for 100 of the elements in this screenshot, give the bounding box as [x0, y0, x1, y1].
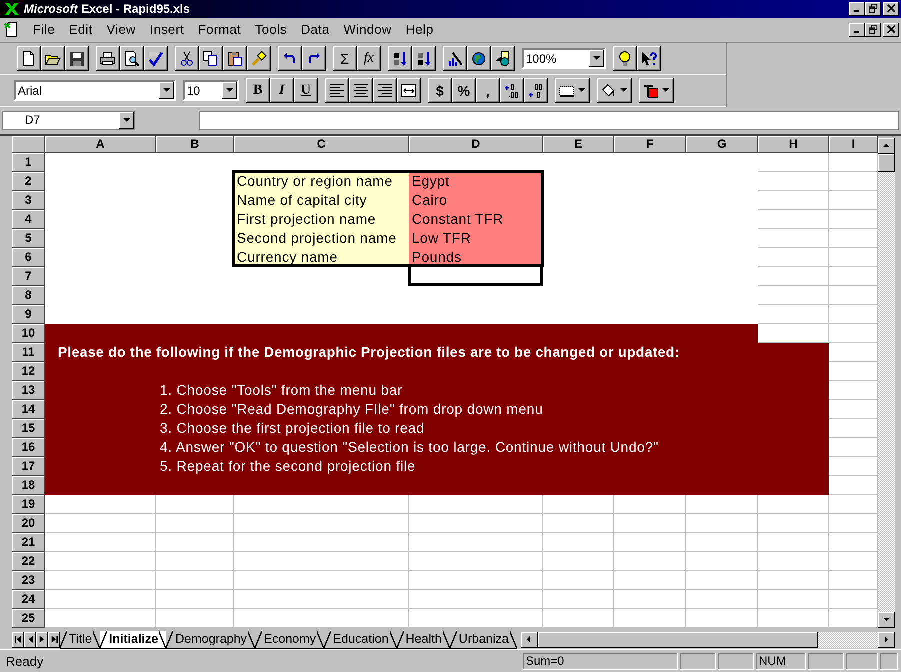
- column-header[interactable]: D: [409, 136, 543, 153]
- row-header[interactable]: 17: [12, 456, 45, 476]
- formula-input[interactable]: [199, 110, 899, 130]
- cut-button[interactable]: [175, 46, 199, 72]
- row-header[interactable]: 22: [12, 552, 45, 571]
- map-button[interactable]: [467, 46, 491, 72]
- tip-button[interactable]: [613, 46, 637, 72]
- decrease-decimal-button[interactable]: [524, 78, 548, 104]
- font-size-dropdown[interactable]: 10: [183, 80, 239, 102]
- row-header[interactable]: 16: [12, 438, 45, 457]
- row-header[interactable]: 5: [12, 228, 45, 248]
- paste-button[interactable]: [223, 46, 247, 72]
- column-header[interactable]: E: [543, 136, 614, 153]
- row-header[interactable]: 12: [12, 362, 45, 381]
- align-left-button[interactable]: [325, 78, 349, 104]
- row-header[interactable]: 2: [12, 172, 45, 191]
- menu-item[interactable]: File: [26, 22, 62, 38]
- scroll-right-button[interactable]: [878, 632, 895, 648]
- column-header[interactable]: F: [614, 136, 686, 153]
- open-button[interactable]: [41, 46, 65, 72]
- function-button[interactable]: fx: [357, 46, 381, 72]
- selected-cell[interactable]: [408, 266, 543, 286]
- column-header[interactable]: C: [234, 136, 409, 153]
- restore-button[interactable]: [865, 2, 881, 16]
- autosum-button[interactable]: Σ: [333, 46, 357, 72]
- close-button[interactable]: [883, 2, 899, 16]
- last-sheet-button[interactable]: [48, 632, 60, 648]
- preview-button[interactable]: [120, 46, 144, 72]
- scroll-up-button[interactable]: [878, 138, 895, 154]
- zoom-dropdown[interactable]: 100%: [522, 48, 606, 70]
- new-file-button[interactable]: [17, 46, 41, 72]
- row-header[interactable]: 23: [12, 570, 45, 590]
- row-header[interactable]: 13: [12, 380, 45, 400]
- row-header[interactable]: 10: [12, 324, 45, 343]
- sheet-tab[interactable]: Education: [324, 630, 397, 649]
- column-header[interactable]: A: [45, 136, 156, 153]
- scroll-thumb[interactable]: [538, 632, 818, 648]
- sheet-tab[interactable]: Health: [396, 630, 450, 649]
- next-sheet-button[interactable]: [36, 632, 48, 648]
- first-sheet-button[interactable]: [12, 632, 24, 648]
- chart-button[interactable]: [443, 46, 467, 72]
- column-header[interactable]: I: [829, 136, 878, 153]
- scroll-left-button[interactable]: [520, 632, 538, 648]
- comma-button[interactable]: ,: [476, 78, 500, 104]
- bold-button[interactable]: B: [246, 78, 270, 104]
- underline-button[interactable]: U: [294, 78, 318, 104]
- row-header[interactable]: 21: [12, 532, 45, 552]
- column-header[interactable]: B: [156, 136, 234, 153]
- sheet-tab[interactable]: Initialize: [100, 630, 166, 649]
- copy-button[interactable]: [199, 46, 223, 72]
- help-button[interactable]: [637, 46, 661, 72]
- prev-sheet-button[interactable]: [24, 632, 36, 648]
- menu-item[interactable]: Help: [398, 22, 441, 38]
- drawing-button[interactable]: [491, 46, 515, 72]
- menu-item[interactable]: Insert: [142, 22, 192, 38]
- row-header[interactable]: 20: [12, 514, 45, 533]
- row-header[interactable]: 18: [12, 476, 45, 495]
- sheet-tab[interactable]: Economy: [255, 630, 324, 649]
- row-header[interactable]: 7: [12, 266, 45, 286]
- row-header[interactable]: 19: [12, 494, 45, 514]
- sortdesc-button[interactable]: [412, 46, 436, 72]
- minimize-button[interactable]: [849, 22, 865, 37]
- borders-button[interactable]: [555, 78, 590, 104]
- scroll-thumb[interactable]: [878, 154, 895, 172]
- menu-item[interactable]: Tools: [248, 22, 294, 38]
- row-header[interactable]: 3: [12, 190, 45, 210]
- font-color-button[interactable]: [639, 78, 674, 104]
- percent-button[interactable]: %: [452, 78, 476, 104]
- menu-item[interactable]: Data: [294, 22, 337, 38]
- select-all-button[interactable]: [12, 136, 45, 153]
- minimize-button[interactable]: [849, 2, 865, 16]
- menu-item[interactable]: Window: [336, 22, 399, 38]
- italic-button[interactable]: I: [270, 78, 294, 104]
- menu-item[interactable]: Edit: [62, 22, 100, 38]
- sheet-tab[interactable]: Urbaniza: [450, 630, 517, 649]
- row-header[interactable]: 6: [12, 248, 45, 267]
- scroll-down-button[interactable]: [878, 612, 895, 628]
- vertical-scrollbar[interactable]: [878, 138, 895, 628]
- row-header[interactable]: 8: [12, 286, 45, 305]
- redo-button[interactable]: [302, 46, 326, 72]
- align-right-button[interactable]: [373, 78, 397, 104]
- spell-button[interactable]: [144, 46, 168, 72]
- sortasc-button[interactable]: [388, 46, 412, 72]
- row-header[interactable]: 15: [12, 418, 45, 438]
- sheet-tab[interactable]: Title: [60, 630, 100, 649]
- row-header[interactable]: 9: [12, 304, 45, 324]
- row-header[interactable]: 14: [12, 400, 45, 419]
- row-header[interactable]: 1: [12, 152, 45, 172]
- row-header[interactable]: 4: [12, 210, 45, 229]
- save-button[interactable]: [65, 46, 89, 72]
- close-button[interactable]: [883, 22, 899, 37]
- currency-button[interactable]: $: [428, 78, 452, 104]
- align-center-button[interactable]: [349, 78, 373, 104]
- workbook-icon[interactable]: [4, 22, 20, 38]
- painter-button[interactable]: [247, 46, 271, 72]
- column-header[interactable]: H: [758, 136, 829, 153]
- undo-button[interactable]: [278, 46, 302, 72]
- sheet-tab[interactable]: Demography: [166, 630, 256, 649]
- merge-center-button[interactable]: [397, 78, 421, 104]
- fill-color-button[interactable]: [597, 78, 632, 104]
